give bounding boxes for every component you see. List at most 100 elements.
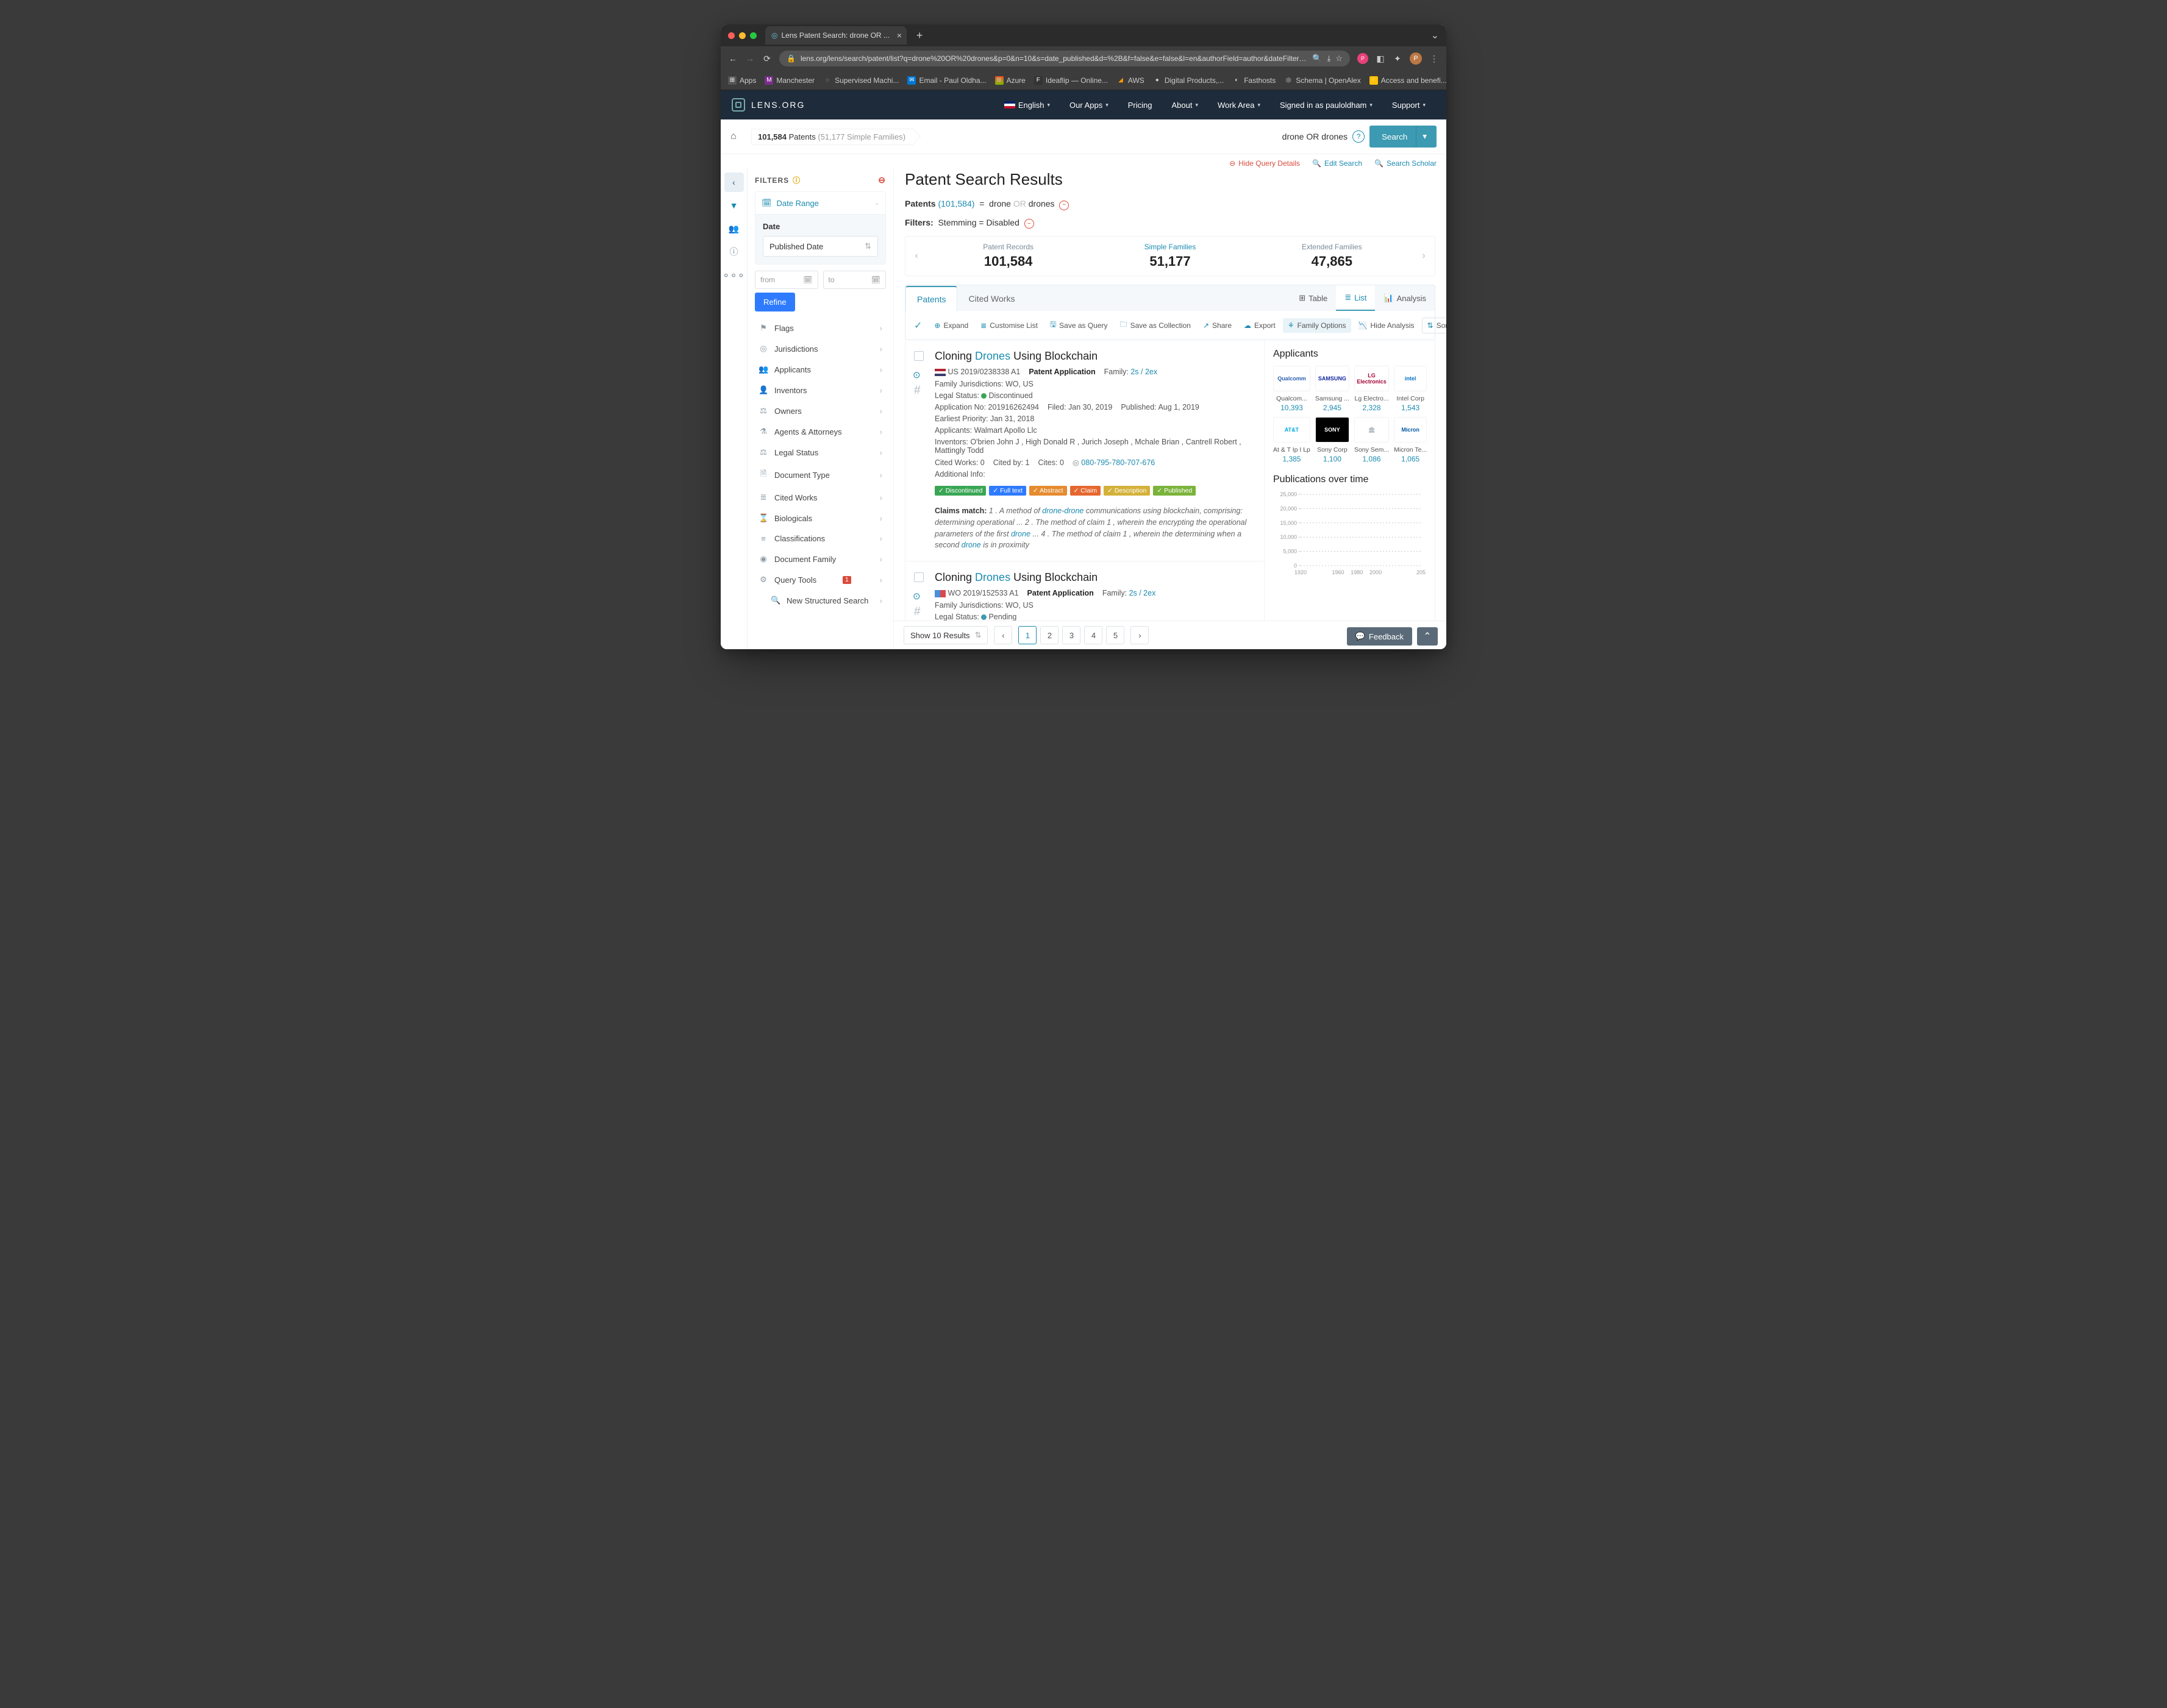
facet-applicants[interactable]: 👥Applicants›: [755, 359, 886, 380]
search-dropdown-icon[interactable]: ▾: [1416, 126, 1433, 147]
minimize-window-icon[interactable]: [739, 32, 746, 39]
edit-search-link[interactable]: 🔍Edit Search: [1312, 159, 1362, 168]
rail-filters-button[interactable]: ▼: [724, 196, 744, 215]
remove-query-icon[interactable]: −: [1059, 201, 1069, 210]
info-tag[interactable]: ✓ Discontinued: [935, 486, 986, 496]
rail-users-button[interactable]: 👥: [724, 219, 744, 238]
facet-flags[interactable]: ⚑Flags›: [755, 318, 886, 338]
result-checkbox[interactable]: [914, 351, 924, 361]
view-list-button[interactable]: ≣List: [1336, 285, 1375, 311]
nav-support[interactable]: Support▾: [1382, 91, 1435, 119]
clear-filters-button[interactable]: ⊖: [878, 175, 886, 185]
star-icon[interactable]: ☆: [1335, 54, 1343, 63]
back-button[interactable]: ←: [728, 54, 738, 63]
stat-cell[interactable]: Simple Families51,177: [1089, 237, 1251, 276]
stat-cell[interactable]: Patent Records101,584: [927, 237, 1089, 276]
extension-icon[interactable]: P: [1357, 53, 1368, 64]
nav-about[interactable]: About▾: [1162, 91, 1208, 119]
applicant-cell[interactable]: 🏛 Sony Sem... 1,086: [1354, 417, 1389, 463]
maximize-window-icon[interactable]: [750, 32, 757, 39]
bookmark-item[interactable]: ◌Supervised Machi...: [823, 76, 899, 85]
facet-owners[interactable]: ⚖Owners›: [755, 400, 886, 421]
view-analysis-button[interactable]: 📊Analysis: [1375, 285, 1435, 311]
info-tag[interactable]: ✓ Full text: [989, 486, 1026, 496]
menu-icon[interactable]: ⋮: [1429, 54, 1439, 64]
page-next-button[interactable]: ›: [1130, 626, 1149, 644]
new-tab-button[interactable]: +: [912, 29, 928, 42]
info-tag[interactable]: ✓ Description: [1104, 486, 1150, 496]
home-icon[interactable]: ⌂: [730, 131, 737, 142]
profile-avatar[interactable]: P: [1410, 52, 1422, 65]
bookmark-apps[interactable]: ⊞Apps: [728, 76, 756, 85]
applicant-cell[interactable]: intel Intel Corp 1,543: [1394, 366, 1427, 412]
facet-inventors[interactable]: 👤Inventors›: [755, 380, 886, 400]
bookmark-item[interactable]: ●Digital Products,...: [1153, 76, 1224, 85]
reload-button[interactable]: ⟳: [762, 54, 772, 64]
page-number-button[interactable]: 1: [1018, 626, 1037, 644]
nav-account[interactable]: Signed in as pauloldham▾: [1270, 91, 1382, 119]
result-title[interactable]: Cloning Drones Using Blockchain: [935, 350, 1254, 363]
expand-button[interactable]: ⊕Expand: [929, 318, 973, 333]
share-button[interactable]: ↗Share: [1198, 318, 1237, 333]
close-tab-icon[interactable]: ×: [897, 30, 902, 40]
hide-analysis-button[interactable]: 📉Hide Analysis: [1354, 318, 1419, 333]
select-all-checkbox[interactable]: ✓: [909, 319, 927, 332]
applicant-cell[interactable]: SONY Sony Corp 1,100: [1315, 417, 1349, 463]
info-tag[interactable]: ✓ Claim: [1070, 486, 1101, 496]
bookmark-item[interactable]: ◐Fasthosts: [1232, 76, 1276, 85]
facet-jurisdictions[interactable]: ◎Jurisdictions›: [755, 338, 886, 359]
forward-button[interactable]: →: [745, 54, 755, 63]
applicant-cell[interactable]: AT&T At & T Ip I Lp 1,385: [1273, 417, 1310, 463]
expand-result-icon[interactable]: ⊙: [913, 369, 921, 380]
date-range-toggle[interactable]: 🗓 Date Range ⌄: [755, 192, 885, 214]
stat-cell[interactable]: Extended Families47,865: [1251, 237, 1413, 276]
nav-language[interactable]: English▾: [994, 91, 1060, 119]
rail-info-button[interactable]: ⓘ: [724, 242, 744, 262]
nav-pricing[interactable]: Pricing: [1118, 91, 1162, 119]
extensions-icon[interactable]: ✦: [1393, 54, 1402, 64]
bookmark-item[interactable]: FIdeaflip — Online...: [1034, 76, 1108, 85]
breadcrumb-item[interactable]: 101,584 Patents (51,177 Simple Families): [751, 129, 915, 145]
page-number-button[interactable]: 2: [1040, 626, 1059, 644]
result-title[interactable]: Cloning Drones Using Blockchain: [935, 571, 1254, 584]
bookmark-item[interactable]: ◢AWS: [1116, 76, 1144, 85]
tab-patents[interactable]: Patents: [905, 286, 957, 311]
applicant-cell[interactable]: Qualcomm Qualcom... 10,393: [1273, 366, 1310, 412]
save-query-button[interactable]: 🖫Save as Query: [1045, 316, 1113, 335]
stats-prev-button[interactable]: ‹: [905, 251, 927, 262]
stats-next-button[interactable]: ›: [1413, 251, 1435, 262]
info-icon[interactable]: ⓘ: [793, 175, 801, 185]
family-link[interactable]: 2s / 2ex: [1130, 368, 1157, 376]
facet-document-family[interactable]: ◉Document Family›: [755, 549, 886, 569]
zoom-icon[interactable]: 🔍: [1312, 54, 1322, 63]
applicant-cell[interactable]: LG Electronics Lg Electro... 2,328: [1354, 366, 1389, 412]
facet-new-structured-search[interactable]: 🔍New Structured Search›: [755, 590, 886, 611]
facet-biologicals[interactable]: ⌛Biologicals›: [755, 508, 886, 528]
refine-button[interactable]: Refine: [755, 293, 795, 311]
applicant-cell[interactable]: Micron Micron Te... 1,065: [1394, 417, 1427, 463]
remove-filter-icon[interactable]: −: [1024, 219, 1034, 229]
address-bar[interactable]: 🔒 lens.org/lens/search/patent/list?q=dro…: [779, 51, 1350, 66]
bookmark-item[interactable]: ⚡Access and benefi...: [1369, 76, 1446, 85]
page-number-button[interactable]: 3: [1062, 626, 1080, 644]
feedback-button[interactable]: 💬Feedback: [1347, 627, 1412, 646]
bookmark-item[interactable]: ◎Schema | OpenAlex: [1284, 76, 1361, 85]
export-button[interactable]: ☁Export: [1239, 318, 1280, 333]
view-table-button[interactable]: ⊞Table: [1290, 285, 1336, 311]
results-per-page-select[interactable]: Show 10 Results ⇅: [904, 626, 988, 644]
search-scholar-link[interactable]: 🔍Search Scholar: [1374, 159, 1437, 168]
family-link[interactable]: 2s / 2ex: [1129, 589, 1156, 597]
browser-tab[interactable]: ◎ Lens Patent Search: drone OR ... ×: [765, 26, 907, 44]
facet-agents-attorneys[interactable]: ⚗Agents & Attorneys›: [755, 421, 886, 442]
date-to-input[interactable]: to🗓: [823, 271, 887, 289]
expand-result-icon[interactable]: ⊙: [913, 591, 921, 602]
facet-classifications[interactable]: ≡Classifications›: [755, 528, 886, 549]
nav-work-area[interactable]: Work Area▾: [1208, 91, 1270, 119]
page-number-button[interactable]: 5: [1106, 626, 1124, 644]
tabs-overflow-icon[interactable]: ⌄: [1431, 29, 1439, 41]
family-options-button[interactable]: ⚘Family Options: [1283, 318, 1351, 333]
facet-document-type[interactable]: 🗎Document Type›: [755, 463, 886, 487]
help-icon[interactable]: ?: [1352, 130, 1365, 143]
bookmark-item[interactable]: ⊞Azure: [995, 76, 1026, 85]
save-collection-button[interactable]: 🗀Save as Collection: [1115, 316, 1196, 335]
